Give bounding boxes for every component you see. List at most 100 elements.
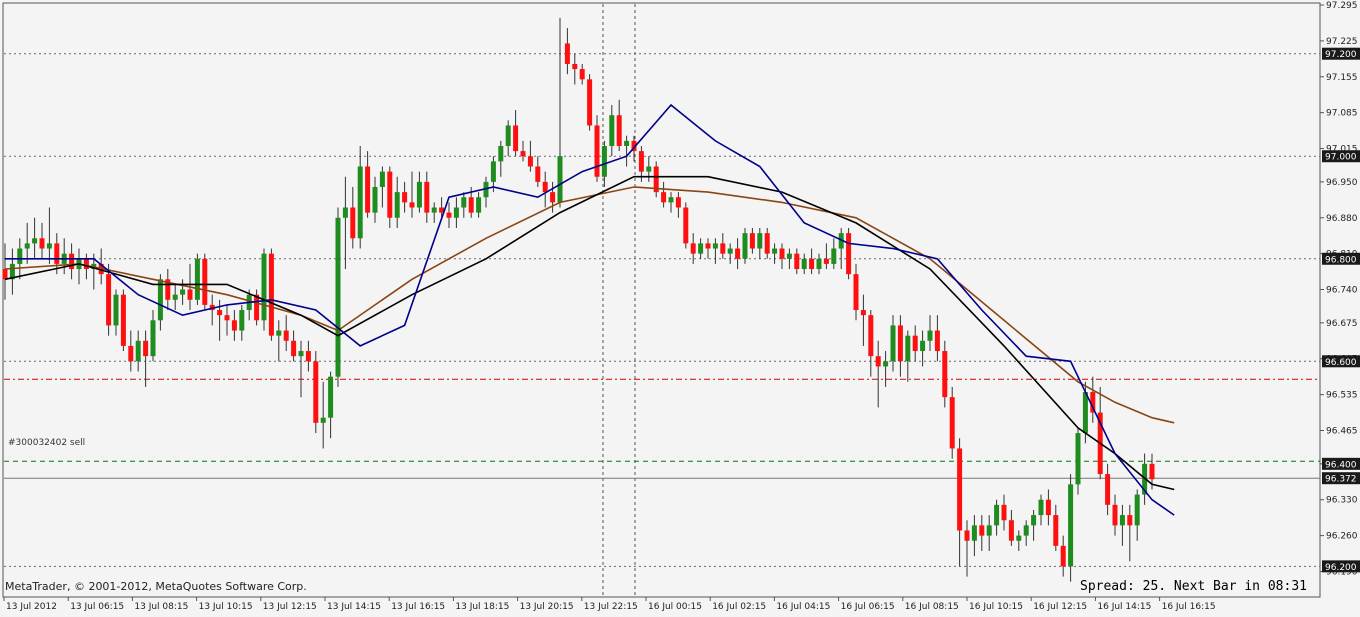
candle-body (106, 274, 112, 326)
candle-body (239, 310, 245, 331)
candle-body (446, 212, 452, 218)
price-tick-label: 96.330 (1326, 496, 1358, 506)
candle-body (202, 258, 208, 305)
candle-body (150, 320, 156, 357)
time-tick-label: 13 Jul 08:15 (134, 602, 188, 612)
price-tick-label: 97.295 (1326, 1, 1358, 11)
candle-body (638, 151, 644, 172)
candle-body (616, 115, 622, 146)
candle-body (735, 248, 741, 259)
candle-body (1038, 499, 1044, 516)
candle-body (217, 310, 223, 316)
candle-body (883, 361, 889, 367)
price-label: 97.200 (1325, 50, 1357, 60)
candle-body (416, 181, 422, 208)
candle-body (476, 197, 482, 213)
time-tick-label: 13 Jul 16:15 (391, 602, 445, 612)
candle-body (994, 504, 1000, 526)
candle-body (823, 258, 829, 264)
candle-body (801, 258, 807, 270)
candle-body (949, 397, 955, 449)
candle-body (1127, 515, 1133, 526)
candle-body (897, 325, 903, 362)
candle-body (461, 197, 467, 208)
candle-body (172, 294, 178, 300)
candle-body (157, 279, 163, 321)
candle-body (957, 448, 963, 531)
price-label: 96.200 (1325, 563, 1357, 573)
time-tick-label: 16 Jul 02:15 (712, 602, 766, 612)
candle-body (683, 207, 689, 244)
candle-body (187, 289, 193, 300)
candle-body (609, 115, 615, 146)
candle-body (2, 269, 8, 280)
candle-body (320, 417, 326, 423)
candle-body (542, 181, 548, 193)
candle-body (291, 340, 297, 357)
candle-body (69, 253, 75, 270)
candle-body (705, 243, 711, 249)
candle-body (54, 243, 60, 264)
candle-body (83, 258, 89, 270)
candle-body (1134, 494, 1140, 526)
candle-body (927, 330, 933, 341)
candle-body (964, 530, 970, 541)
time-tick-label: 13 Jul 12:15 (263, 602, 317, 612)
price-tick-label: 96.535 (1326, 391, 1358, 401)
candle-body (387, 171, 393, 218)
price-label: 96.372 (1325, 475, 1357, 485)
price-tick-label: 96.465 (1326, 427, 1358, 437)
candle-body (742, 233, 748, 259)
candle-body (342, 207, 348, 218)
candle-body (920, 340, 926, 352)
candle-body (860, 310, 866, 316)
candle-body (1008, 520, 1014, 541)
candle-body (1053, 515, 1059, 546)
candle-body (350, 207, 356, 239)
candle-body (372, 186, 378, 213)
candle-body (527, 156, 533, 167)
price-chart[interactable]: 97.29597.22597.15597.08597.01596.95096.8… (0, 0, 1360, 613)
candle-body (328, 376, 334, 418)
time-tick-label: 16 Jul 16:15 (1162, 602, 1216, 612)
candle-body (986, 525, 992, 536)
price-tick-label: 97.225 (1326, 37, 1358, 47)
candle-body (180, 289, 186, 295)
candle-body (934, 330, 940, 352)
candle-body (550, 192, 556, 203)
candle-body (564, 43, 570, 64)
candle-body (513, 125, 519, 152)
candle-body (786, 253, 792, 259)
candle-body (757, 233, 763, 249)
candle-body (1001, 504, 1007, 521)
candle-body (394, 192, 400, 218)
candle-body (224, 315, 230, 321)
candle-body (1082, 392, 1088, 434)
candle-body (254, 294, 260, 321)
candle-body (572, 63, 578, 70)
candle-body (905, 335, 911, 362)
candle-body (402, 192, 408, 203)
candle-body (283, 330, 289, 341)
price-label: 96.600 (1325, 358, 1357, 368)
candle-body (113, 294, 119, 326)
candle-body (468, 197, 474, 213)
candle-body (365, 166, 371, 213)
chart-window[interactable]: 97.295 97.225 97.155 97.085 97.015 96.950 96.8… (0, 0, 1360, 613)
copyright-text: MetaTrader, © 2001-2012, MetaQuotes Soft… (5, 580, 307, 593)
order-label[interactable]: #300032402 sell (8, 438, 85, 448)
chart-background (0, 0, 1360, 613)
candle-body (601, 145, 607, 177)
candle-body (979, 525, 985, 536)
candle-body (831, 248, 837, 264)
price-tick-label: 96.675 (1326, 319, 1358, 329)
candle-body (749, 233, 755, 249)
candle-body (698, 243, 704, 254)
candle-body (720, 243, 726, 254)
candle-body (668, 197, 674, 203)
candle-body (1119, 515, 1125, 526)
candle-body (268, 253, 274, 336)
candle-body (779, 248, 785, 259)
price-tick-label: 96.880 (1326, 214, 1358, 224)
time-tick-label: 16 Jul 04:15 (776, 602, 830, 612)
